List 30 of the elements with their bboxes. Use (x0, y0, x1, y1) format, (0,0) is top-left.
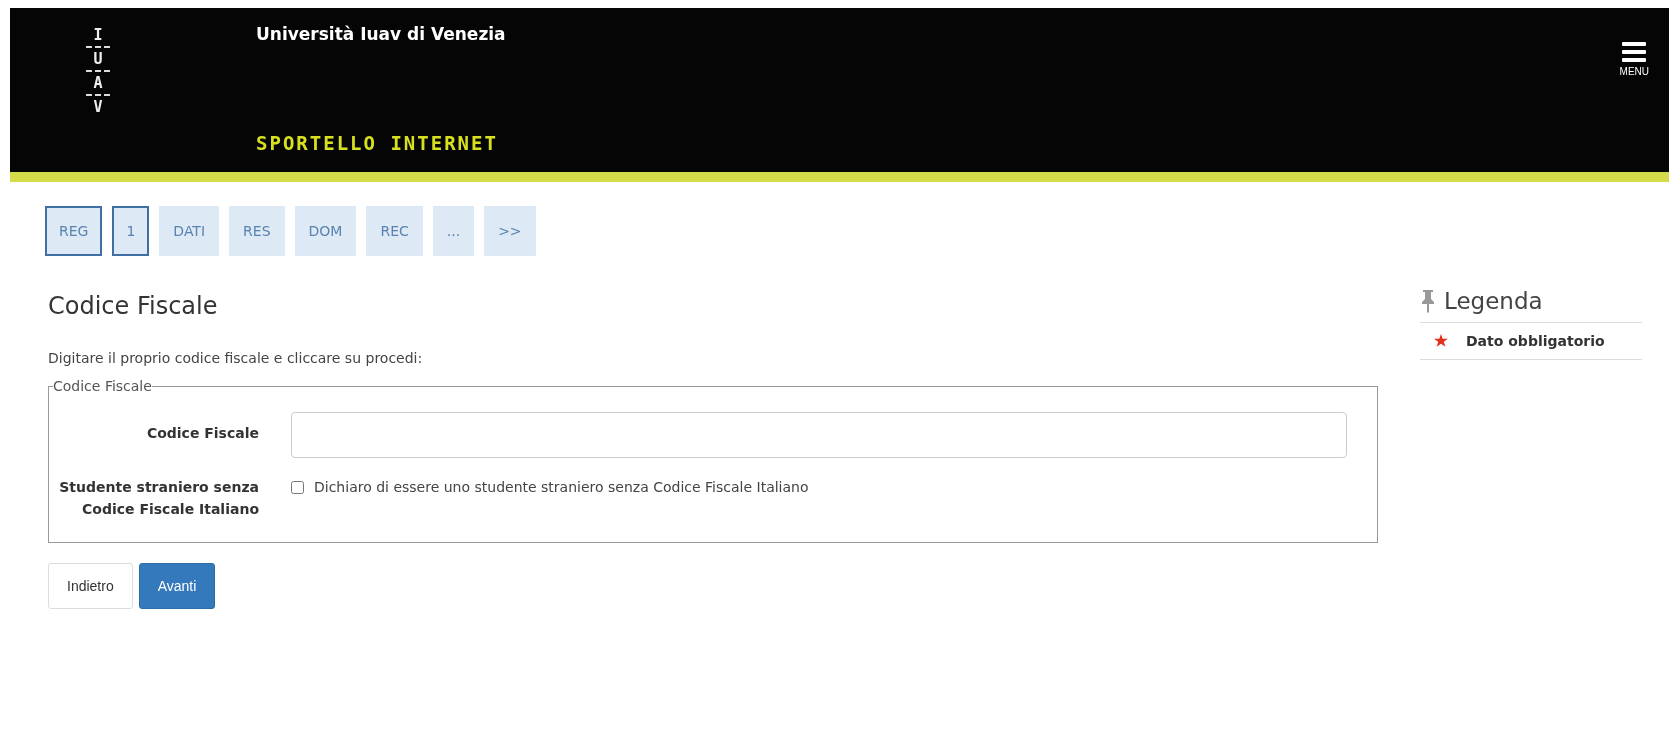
step-tab[interactable]: REC (366, 206, 423, 256)
field-label: Studente straniero senza Codice Fiscale Italiano (58, 478, 259, 519)
logo-letter: V (93, 98, 103, 116)
page-title: Codice Fiscale (48, 292, 219, 320)
checkbox[interactable] (291, 480, 304, 494)
logo-letter: U (93, 50, 103, 68)
input-field[interactable] (291, 412, 1347, 458)
legend-item: Dato obbligatorio (1466, 333, 1605, 349)
next-button[interactable]: Avanti (138, 563, 216, 609)
logo-letter: I (93, 26, 103, 44)
step-tab[interactable]: RES (229, 206, 285, 256)
step-tab[interactable]: 1 (112, 206, 150, 256)
step-tab[interactable]: DATI (159, 206, 220, 256)
step-tab[interactable]: >> (484, 206, 536, 256)
university-name: Università Iuav di Venezia (256, 24, 506, 44)
field-label: Codice Fiscale (145, 424, 259, 443)
menu-button[interactable]: MENU (1619, 42, 1649, 77)
checkbox-label: Dichiaro di essere uno studente straniero senza Codice Fiscale Italiano (314, 479, 809, 495)
pin-icon (1420, 289, 1436, 313)
portal-title: SPORTELLO INTERNET (256, 132, 499, 154)
step-tab[interactable]: ... (432, 206, 475, 256)
logo-letter: A (93, 74, 103, 92)
asterisk-icon (1434, 334, 1448, 348)
step-tab[interactable]: REG (45, 206, 103, 256)
menu-icon (1622, 42, 1647, 62)
step-tab[interactable]: DOM (294, 206, 357, 256)
instructions-text: Digitare il proprio codice fiscale e cliccare su procedi: (48, 350, 424, 366)
back-button[interactable]: Indietro (48, 563, 133, 609)
legend-title: Legenda (1444, 288, 1543, 314)
fieldset-legend: Codice Fiscale (53, 378, 152, 394)
